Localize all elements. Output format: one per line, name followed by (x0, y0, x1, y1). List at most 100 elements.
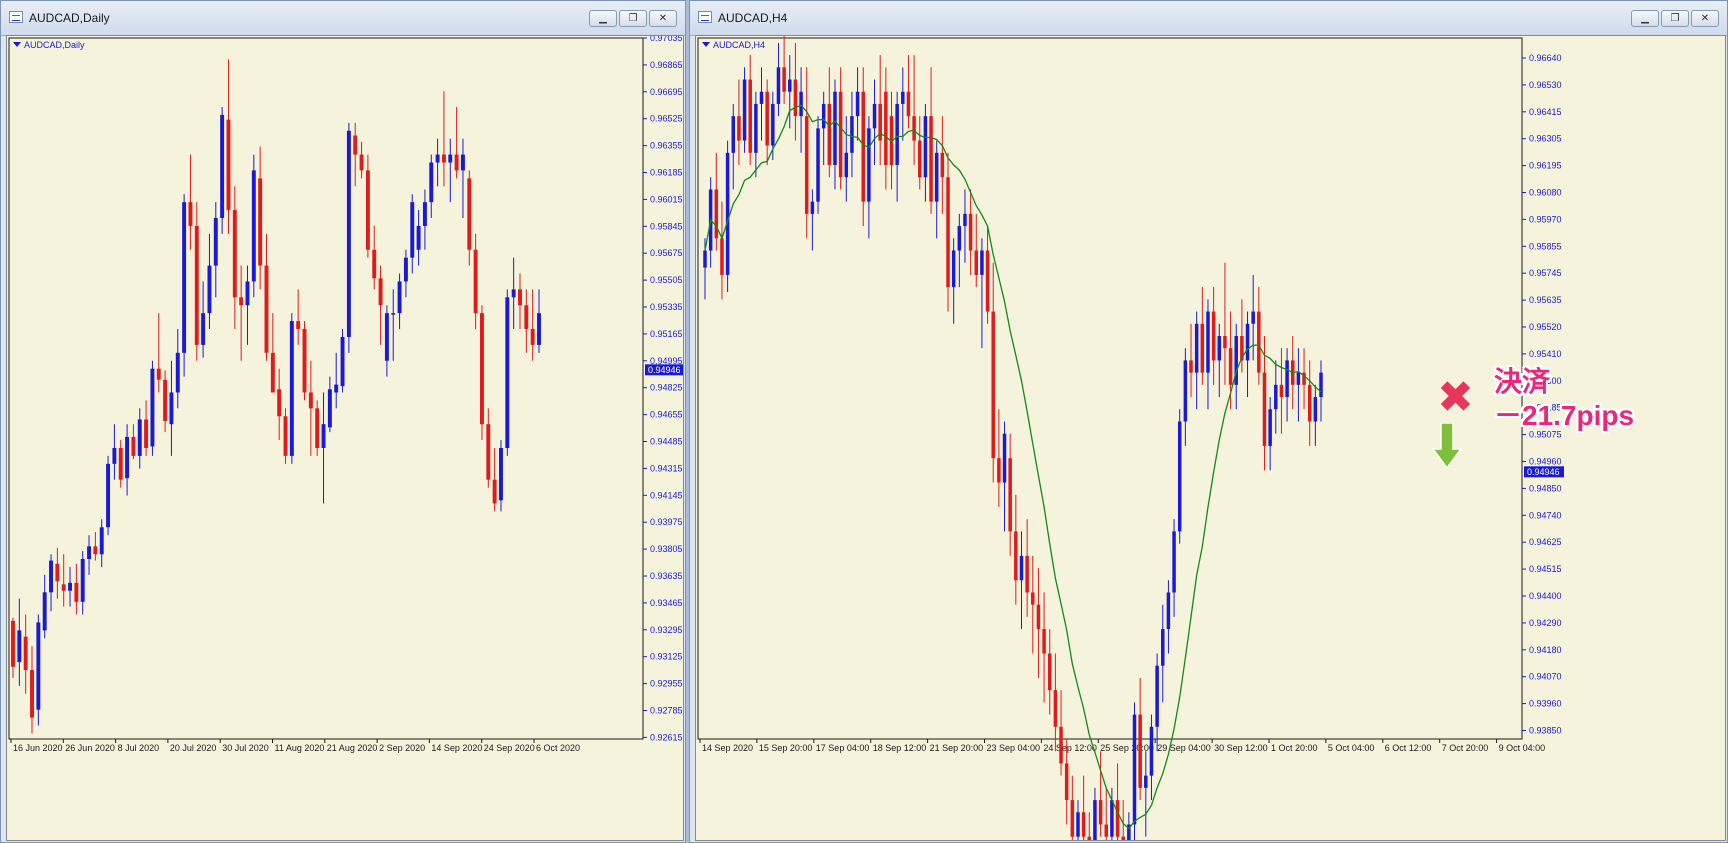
candle-body (460, 154, 465, 171)
candle-body (1064, 763, 1069, 801)
title-bar[interactable]: AUDCAD,Daily ▁ ❐ ✕ (1, 1, 685, 36)
chart-window-daily[interactable]: AUDCAD,Daily ▁ ❐ ✕ AUDCAD,Daily 0.97035 0.… (0, 0, 686, 843)
date-label: 5 Oct 04:00 (1328, 743, 1375, 753)
candle-body (334, 384, 339, 393)
candle-body (74, 582, 79, 602)
candle-body (30, 670, 34, 718)
candle-body (1138, 714, 1142, 788)
date-label: 16 Jun 2020 (13, 743, 63, 753)
close-icon: ✕ (1700, 13, 1710, 24)
candle-body (156, 368, 161, 380)
price-label: 0.96415 (1529, 107, 1562, 117)
candle-body (321, 424, 326, 448)
candle-body (429, 162, 434, 203)
candle-body (372, 249, 377, 279)
candle-body (1019, 555, 1024, 581)
candle-body (505, 297, 510, 448)
price-label: 0.95675 (650, 248, 683, 258)
price-label: 0.93975 (650, 517, 683, 527)
candle-body (1036, 604, 1041, 630)
price-label: 0.94740 (1529, 510, 1562, 520)
close-button[interactable]: ✕ (649, 10, 677, 27)
price-label: 0.93805 (650, 544, 683, 554)
chart-area[interactable]: AUDCAD,H4 0.96640 0.96530 0.96415 0.96305 0.9… (695, 35, 1726, 841)
candle-body (302, 329, 307, 393)
restore-button[interactable]: ❐ (619, 10, 647, 27)
price-label: 0.96015 (650, 194, 683, 204)
date-label: 20 Jul 2020 (170, 743, 217, 753)
candle-body (946, 177, 950, 288)
candle-body (1144, 775, 1148, 788)
restore-icon: ❐ (628, 13, 638, 24)
price-label: 0.95635 (1529, 295, 1562, 305)
candle-body (1206, 311, 1210, 373)
candle-body (422, 202, 427, 226)
candle-body (850, 116, 854, 153)
candle-body (1172, 531, 1176, 593)
price-label: 0.95970 (1529, 214, 1562, 224)
candle-body (1031, 592, 1035, 605)
candle-body (895, 103, 899, 166)
candle-body (359, 154, 364, 171)
price-label: 0.94315 (650, 463, 683, 473)
price-label: 0.94180 (1529, 645, 1562, 655)
candle-body (997, 458, 1001, 483)
candle-body (1211, 311, 1216, 361)
candle-body (1274, 384, 1278, 410)
candle-body (906, 91, 911, 117)
candlestick-chart[interactable]: AUDCAD,Daily 0.97035 0.96865 0.96695 0.96525… (7, 36, 683, 840)
candle-body (226, 119, 231, 211)
candle-body (397, 281, 402, 314)
restore-button[interactable]: ❐ (1661, 10, 1689, 27)
candle-body (308, 392, 313, 409)
price-label: 0.95410 (1529, 349, 1562, 359)
candle-body (68, 582, 73, 591)
price-label: 0.94655 (650, 410, 683, 420)
title-bar[interactable]: AUDCAD,H4 ▁ ❐ ✕ (690, 1, 1727, 36)
candle-body (1053, 690, 1058, 727)
settlement-label: 決済 (1494, 366, 1551, 397)
candle-body (1251, 311, 1255, 324)
candle-body (384, 313, 389, 361)
current-price-label: 0.94946 (1527, 467, 1560, 477)
date-label: 6 Oct 2020 (536, 743, 580, 753)
candle-body (182, 202, 187, 353)
plot-frame (8, 37, 644, 740)
minimize-button[interactable]: ▁ (1631, 10, 1659, 27)
candle-body (980, 250, 984, 275)
price-label: 0.96185 (650, 168, 683, 178)
candle-body (11, 620, 15, 667)
candle-body (410, 202, 415, 258)
candle-body (49, 560, 53, 593)
candle-body (454, 154, 459, 171)
candle-body (1025, 555, 1029, 593)
close-button[interactable]: ✕ (1691, 10, 1719, 27)
candle-body (827, 103, 832, 166)
candle-body (918, 140, 922, 178)
price-label: 0.96305 (1529, 134, 1562, 144)
price-label: 0.92955 (650, 679, 683, 689)
candle-body (714, 189, 719, 239)
candle-body (720, 238, 724, 275)
candle-body (169, 392, 174, 425)
chart-symbol-label: AUDCAD,Daily (24, 40, 85, 50)
candle-body (118, 447, 123, 480)
price-label: 0.96695 (650, 87, 683, 97)
chart-area[interactable]: AUDCAD,Daily 0.97035 0.96865 0.96695 0.96525… (6, 35, 684, 841)
minimize-button[interactable]: ▁ (589, 10, 617, 27)
candle-body (1217, 335, 1222, 361)
candle-body (1076, 812, 1080, 837)
date-label: 7 Oct 20:00 (1442, 743, 1489, 753)
price-label: 0.92785 (650, 706, 683, 716)
candle-body (1149, 726, 1154, 776)
candle-body (144, 419, 149, 448)
candle-body (524, 305, 529, 330)
candle-body (1223, 335, 1227, 349)
candle-body (1002, 433, 1007, 483)
close-x-icon: ✖ (1437, 372, 1474, 423)
restore-icon: ❐ (1670, 13, 1680, 24)
candle-body (799, 91, 803, 117)
candlestick-chart[interactable]: AUDCAD,H4 0.96640 0.96530 0.96415 0.96305 0.9… (696, 36, 1725, 840)
current-price-label: 0.94946 (648, 365, 681, 375)
date-label: 21 Sep 20:00 (930, 743, 984, 753)
